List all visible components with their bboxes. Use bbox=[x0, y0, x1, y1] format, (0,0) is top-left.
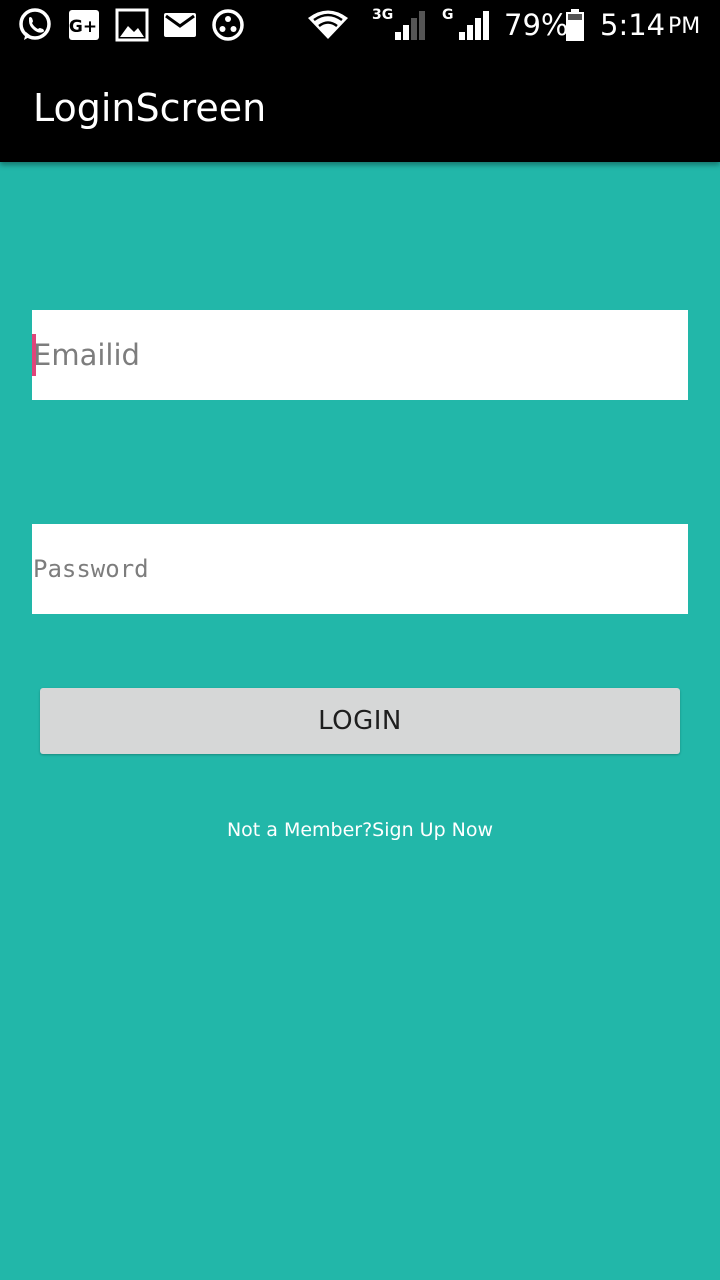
battery-icon bbox=[563, 8, 587, 42]
wifi-icon bbox=[306, 8, 350, 42]
g-signal-icon bbox=[456, 8, 492, 42]
login-button[interactable]: LOGIN bbox=[40, 688, 680, 754]
email-field[interactable] bbox=[32, 310, 688, 400]
email-field-container bbox=[32, 310, 688, 400]
app-title: LoginScreen bbox=[33, 86, 267, 130]
whatsapp-icon bbox=[16, 8, 54, 42]
g-label: G bbox=[442, 7, 454, 23]
password-field[interactable] bbox=[32, 524, 688, 614]
mail-icon bbox=[162, 8, 198, 42]
status-time: 5:14 bbox=[600, 8, 666, 42]
signup-link[interactable]: Not a Member?Sign Up Now bbox=[0, 816, 720, 844]
gallery-icon bbox=[114, 8, 150, 42]
app-bar: LoginScreen bbox=[0, 50, 720, 162]
login-screen: G+ 3G G 79% 5:14 PM LoginScreen Emailid … bbox=[0, 0, 720, 1280]
battery-percent: 79% bbox=[504, 8, 569, 42]
app-icon bbox=[210, 8, 246, 42]
3g-signal-icon bbox=[392, 8, 428, 42]
password-field-container bbox=[32, 524, 688, 614]
google-plus-icon: G+ bbox=[68, 8, 100, 42]
status-ampm: PM bbox=[668, 14, 701, 39]
svg-text:G+: G+ bbox=[69, 17, 97, 37]
text-cursor bbox=[32, 334, 36, 376]
3g-label: 3G bbox=[372, 7, 394, 23]
status-bar: G+ 3G G 79% 5:14 PM bbox=[0, 0, 720, 50]
